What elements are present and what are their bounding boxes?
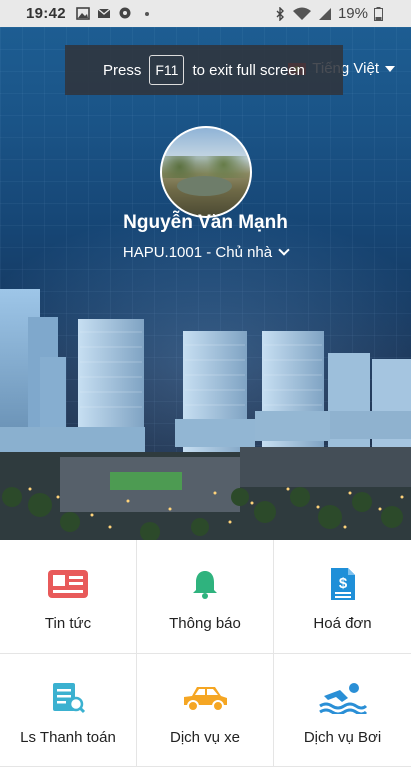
fullscreen-exit-toast: Press F11 to exit full screen [65,45,343,95]
menu-item-label: Thông báo [169,615,241,632]
toast-message: to exit full screen [192,61,305,79]
menu-item-notifications[interactable]: Thông báo [137,540,274,654]
menu-item-label: Dịch vụ Bơi [303,729,382,746]
toast-key: F11 [149,55,185,85]
menu-item-invoice[interactable]: $ Hoá đơn [274,540,411,654]
menu-item-swimming-service[interactable]: Dịch vụ Bơi [274,654,411,767]
payment-history-icon [53,683,85,714]
user-name: Nguyễn Văn Mạnh [123,212,288,233]
signal-icon [318,7,331,20]
battery-percent: 19% [337,5,368,22]
menu-item-label: Ls Thanh toán [20,729,116,746]
invoice-icon: $ [330,568,355,600]
menu-item-car-service[interactable]: Dịch vụ xe [137,654,274,767]
city-skyline-illustration [0,289,411,540]
mail-icon [97,8,111,18]
apartment-role-selector[interactable]: HAPU.1001 - Chủ nhà [0,244,411,261]
bluetooth-icon [276,6,284,21]
avatar[interactable] [160,126,252,218]
status-time: 19:42 [26,5,66,22]
bell-icon [193,571,217,599]
hero-banner [0,27,411,540]
status-bar: 19:42 19% [0,0,411,27]
svg-text:$: $ [338,575,347,592]
news-icon [48,570,88,598]
caret-down-icon [385,65,395,72]
menu-item-label: Dịch vụ xe [169,729,241,746]
chevron-down-icon [278,244,290,256]
feature-menu: Tin tức Thông báo $ Hoá đơn Ls Thanh toá… [0,540,411,767]
wifi-icon [292,7,311,20]
more-notifications-icon [144,11,149,16]
menu-item-label: Tin tức [44,615,92,632]
menu-item-payment-history[interactable]: Ls Thanh toán [0,654,137,767]
battery-icon [374,6,383,21]
car-icon [184,687,227,712]
image-icon [76,7,90,20]
chat-icon [119,7,131,19]
swimming-icon [318,683,367,714]
toast-press-text: Press [103,61,142,79]
apartment-role-label: HAPU.1001 - Chủ nhà [122,244,273,261]
menu-item-label: Hoá đơn [313,615,372,632]
menu-item-news[interactable]: Tin tức [0,540,137,654]
